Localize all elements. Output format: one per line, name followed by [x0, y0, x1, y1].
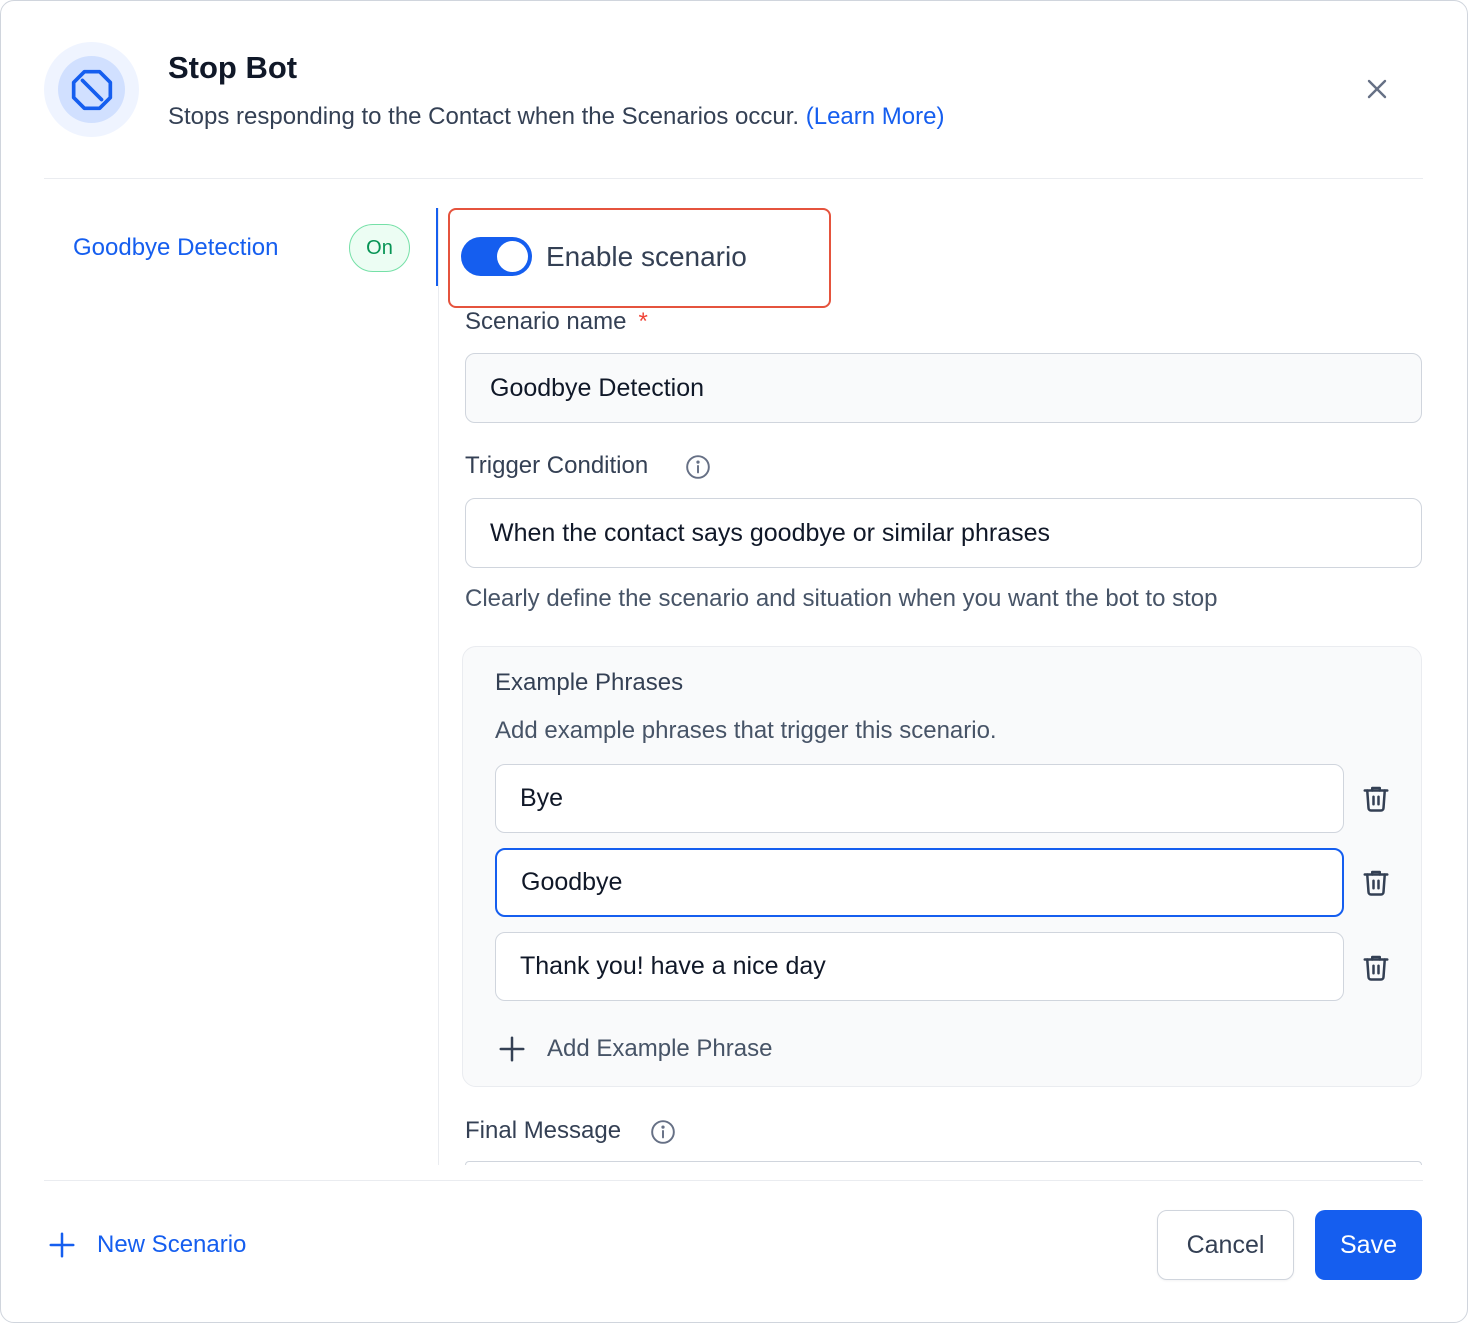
trigger-condition-label: Trigger Condition: [465, 452, 649, 479]
save-button[interactable]: Save: [1315, 1210, 1422, 1280]
new-scenario-label: New Scenario: [97, 1231, 247, 1258]
example-phrases-title: Example Phrases: [495, 669, 684, 696]
final-message-input[interactable]: [465, 1161, 1422, 1165]
example-phrase-input[interactable]: Thank you! have a nice day: [495, 932, 1344, 1001]
subtitle-text: Stops responding to the Contact when the…: [168, 103, 800, 130]
status-badge: On: [349, 224, 410, 272]
trigger-condition-hint: Clearly define the scenario and situatio…: [465, 585, 1218, 612]
add-example-phrase-button[interactable]: Add Example Phrase: [497, 1031, 772, 1067]
delete-phrase-button[interactable]: [1360, 951, 1392, 983]
delete-phrase-button[interactable]: [1360, 866, 1392, 898]
trash-icon: [1363, 955, 1389, 981]
modal-subtitle: Stops responding to the Contact when the…: [168, 103, 944, 131]
stop-octagon-icon: [71, 69, 112, 110]
enable-scenario-toggle[interactable]: [461, 237, 532, 276]
enable-scenario-label: Enable scenario: [546, 241, 747, 272]
delete-phrase-button[interactable]: [1360, 782, 1392, 814]
example-phrase-input[interactable]: Goodbye: [495, 848, 1344, 917]
trash-icon: [1363, 786, 1389, 812]
plus-icon: [499, 1036, 525, 1062]
trigger-condition-input[interactable]: When the contact says goodbye or similar…: [465, 498, 1422, 568]
close-icon: [1367, 79, 1387, 99]
header-divider: [44, 178, 1423, 179]
footer-divider: [44, 1180, 1423, 1181]
learn-more-link[interactable]: (Learn More): [806, 103, 945, 130]
scenario-name-input[interactable]: Goodbye Detection: [465, 353, 1422, 423]
add-example-phrase-label: Add Example Phrase: [547, 1035, 773, 1062]
modal-title: Stop Bot: [168, 50, 298, 85]
trash-icon: [1363, 870, 1389, 896]
scenario-name-label: Scenario name *: [465, 308, 648, 335]
required-mark: *: [638, 308, 648, 335]
sidebar-divider: [438, 208, 439, 1165]
toggle-knob: [497, 241, 528, 272]
plus-icon: [49, 1232, 75, 1258]
cancel-button[interactable]: Cancel: [1157, 1210, 1294, 1280]
close-button[interactable]: [1359, 71, 1395, 107]
example-phrase-input[interactable]: Bye: [495, 764, 1344, 833]
sidebar-item-label: Goodbye Detection: [73, 234, 279, 261]
sidebar-item-goodbye-detection[interactable]: Goodbye Detection On: [44, 208, 438, 286]
example-phrases-subtitle: Add example phrases that trigger this sc…: [495, 717, 997, 744]
new-scenario-button[interactable]: New Scenario: [47, 1227, 246, 1263]
header-icon-container: [44, 42, 139, 137]
info-icon[interactable]: [685, 454, 711, 480]
final-message-label: Final Message: [465, 1117, 622, 1144]
info-icon[interactable]: [650, 1119, 676, 1145]
stop-bot-modal: Stop Bot Stops responding to the Contact…: [0, 0, 1468, 1323]
